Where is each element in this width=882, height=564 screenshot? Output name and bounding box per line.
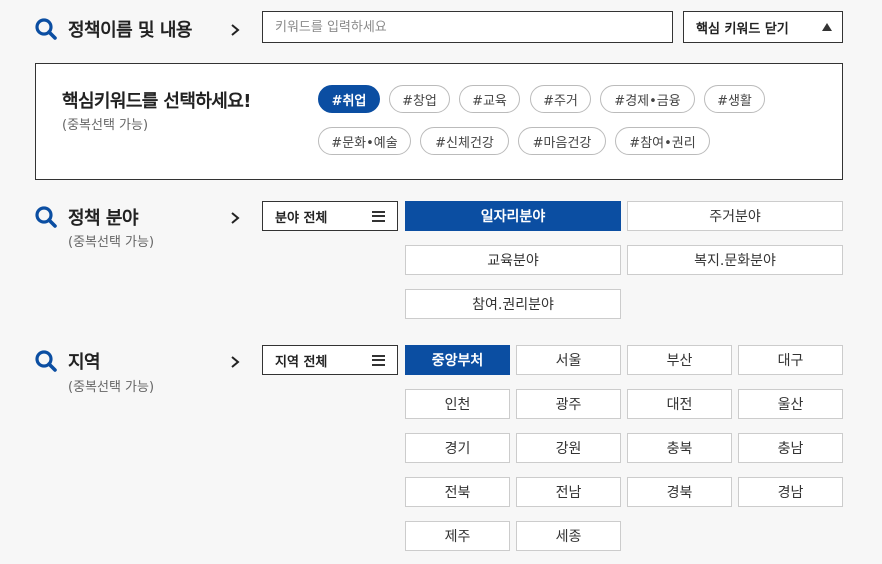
field-title: 정책 분야 [68,208,139,229]
close-keywords-label: 핵심 키워드 닫기 [696,21,789,37]
keyword-chip[interactable]: #문화•예술 [318,127,411,155]
search-icon [35,18,57,40]
region-option[interactable]: 세종 [516,521,621,551]
policy-name-title: 정책이름 및 내용 [68,20,192,41]
keyword-panel-subtitle: (중복선택 가능) [62,118,149,133]
triangle-up-icon [822,23,832,31]
region-option[interactable]: 서울 [516,345,621,375]
region-option[interactable]: 인천 [405,389,510,419]
region-option[interactable]: 중앙부처 [405,345,510,375]
menu-icon [372,354,385,366]
region-option[interactable]: 충남 [738,433,843,463]
keyword-chip[interactable]: #참여•권리 [615,127,710,155]
keyword-panel-title: 핵심키워드를 선택하세요! [62,91,251,112]
region-option[interactable]: 강원 [516,433,621,463]
keyword-search-input[interactable] [262,11,673,43]
region-option[interactable]: 대전 [627,389,732,419]
keyword-chip[interactable]: #주거 [530,85,591,113]
close-keywords-button[interactable]: 핵심 키워드 닫기 [683,11,843,43]
field-option[interactable]: 참여.권리분야 [405,289,621,319]
keyword-chip[interactable]: #교육 [459,85,520,113]
keyword-chip[interactable]: #취업 [318,85,380,113]
region-option[interactable]: 제주 [405,521,510,551]
chevron-right-icon [231,24,240,36]
region-option[interactable]: 대구 [738,345,843,375]
field-option[interactable]: 교육분야 [405,245,621,275]
search-icon [35,350,57,372]
region-subtitle: (중복선택 가능) [68,380,155,395]
region-option[interactable]: 경남 [738,477,843,507]
region-option[interactable]: 부산 [627,345,732,375]
region-option[interactable]: 전남 [516,477,621,507]
region-option[interactable]: 경북 [627,477,732,507]
field-option[interactable]: 복지.문화분야 [627,245,843,275]
region-option[interactable]: 울산 [738,389,843,419]
region-all-label: 지역 전체 [275,354,328,370]
chevron-right-icon [231,356,240,368]
region-all-button[interactable]: 지역 전체 [262,345,398,375]
field-subtitle: (중복선택 가능) [68,235,155,250]
region-option[interactable]: 충북 [627,433,732,463]
region-title: 지역 [68,352,101,373]
keyword-chip[interactable]: #창업 [389,85,450,113]
region-option[interactable]: 광주 [516,389,621,419]
region-option[interactable]: 전북 [405,477,510,507]
keyword-panel [35,63,843,180]
keyword-chip[interactable]: #생활 [704,85,765,113]
chevron-right-icon [231,212,240,224]
field-option[interactable]: 주거분야 [627,201,843,231]
field-option[interactable]: 일자리분야 [405,201,621,231]
search-icon [35,206,57,228]
field-all-button[interactable]: 분야 전체 [262,201,398,231]
keyword-chip[interactable]: #마음건강 [518,127,606,155]
keyword-chip[interactable]: #신체건강 [420,127,509,155]
region-option[interactable]: 경기 [405,433,510,463]
field-all-label: 분야 전체 [275,210,328,226]
menu-icon [372,210,385,222]
keyword-chip[interactable]: #경제•금융 [600,85,695,113]
